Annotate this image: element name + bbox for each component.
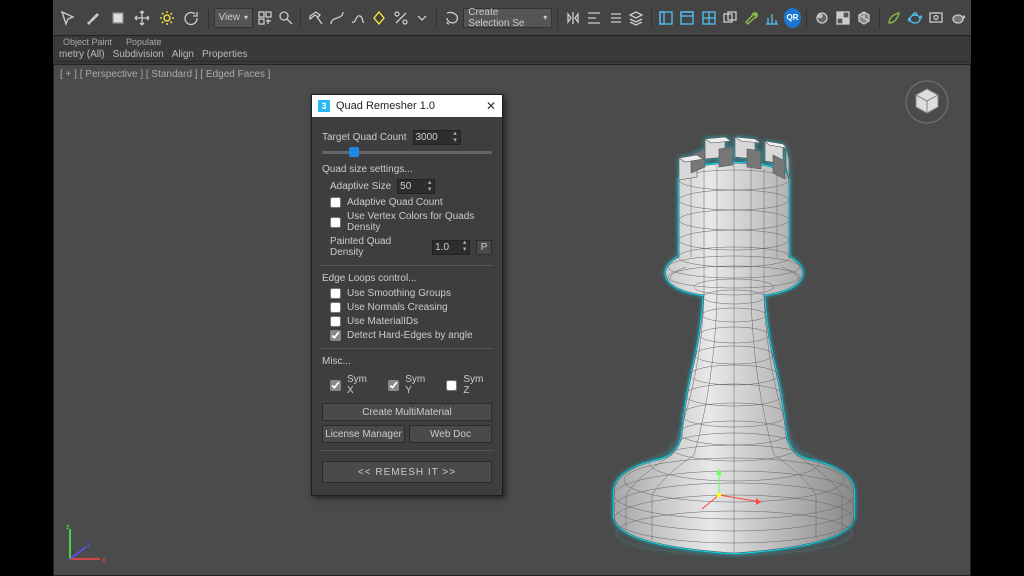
menu-subdivision[interactable]: Subdivision bbox=[113, 49, 164, 60]
adaptive-size-spinner[interactable]: ▴▾ bbox=[397, 179, 435, 194]
target-quad-count-input[interactable] bbox=[414, 131, 450, 144]
painted-quad-density-spinner[interactable]: ▴▾ bbox=[432, 240, 470, 255]
menu-bar: metry (All) Subdivision Align Properties bbox=[53, 48, 971, 62]
toolbar-sublabels: Object Paint Populate bbox=[53, 36, 971, 48]
workspace: View▾ Create Selection Se▾ QR bbox=[53, 0, 971, 576]
overlay-icon[interactable] bbox=[720, 7, 739, 29]
dropdown-caret-icon[interactable] bbox=[412, 7, 431, 29]
quad-remesher-dialog[interactable]: 3 Quad Remesher 1.0 ✕ Target Quad Count … bbox=[311, 94, 503, 496]
sun-icon[interactable] bbox=[155, 5, 178, 31]
app-root: View▾ Create Selection Se▾ QR bbox=[0, 0, 1024, 576]
cursor-icon[interactable] bbox=[57, 5, 80, 31]
web-doc-button[interactable]: Web Doc bbox=[409, 425, 492, 443]
panel2-icon[interactable] bbox=[678, 7, 697, 29]
wrench-icon[interactable] bbox=[741, 7, 760, 29]
panel1-icon[interactable] bbox=[657, 7, 676, 29]
grid-plus-icon[interactable] bbox=[255, 7, 274, 29]
close-icon[interactable]: ✕ bbox=[486, 99, 496, 113]
menu-align[interactable]: Align bbox=[172, 49, 194, 60]
move-icon[interactable] bbox=[131, 5, 154, 31]
painted-quad-density-label: Painted Quad Density bbox=[330, 236, 426, 258]
hammer-icon[interactable] bbox=[306, 7, 325, 29]
transform-gizmo[interactable] bbox=[699, 465, 769, 515]
sublabel-populate[interactable]: Populate bbox=[120, 37, 168, 47]
list-icon[interactable] bbox=[605, 7, 624, 29]
create-multimaterial-button[interactable]: Create MultiMaterial bbox=[322, 403, 492, 421]
adaptive-quad-count-checkbox[interactable]: Adaptive Quad Count bbox=[322, 197, 492, 208]
section-misc: Misc... bbox=[322, 356, 492, 367]
selection-set-dropdown[interactable]: Create Selection Se ▾ bbox=[463, 8, 552, 28]
detect-hard-edges-checkbox[interactable]: Detect Hard-Edges by angle bbox=[322, 330, 492, 341]
zoom-extents-icon[interactable] bbox=[276, 7, 295, 29]
axis-tripod: x z y bbox=[62, 521, 108, 567]
use-materialids-checkbox[interactable]: Use MaterialIDs bbox=[322, 316, 492, 327]
svg-text:z: z bbox=[66, 524, 70, 531]
target-quad-count-label: Target Quad Count bbox=[322, 132, 407, 143]
selection-set-label: Create Selection Se bbox=[468, 7, 539, 29]
spline-icon[interactable] bbox=[349, 7, 368, 29]
app-icon: 3 bbox=[318, 100, 330, 112]
layers-icon[interactable] bbox=[627, 7, 646, 29]
spin-down-icon[interactable]: ▾ bbox=[450, 138, 460, 145]
diamond-icon[interactable] bbox=[370, 7, 389, 29]
refresh-icon[interactable] bbox=[180, 5, 203, 31]
chevron-down-icon: ▾ bbox=[244, 13, 248, 22]
sym-y-checkbox[interactable]: Sym Y bbox=[388, 374, 434, 396]
sublabel-object-paint[interactable]: Object Paint bbox=[57, 37, 118, 47]
section-quad-size: Quad size settings... bbox=[322, 164, 492, 175]
p-button[interactable]: P bbox=[476, 240, 492, 255]
teapot-icon[interactable] bbox=[906, 7, 925, 29]
slider-thumb[interactable] bbox=[349, 147, 359, 157]
spin-down-icon[interactable]: ▾ bbox=[424, 187, 434, 194]
sphere-icon[interactable] bbox=[812, 7, 831, 29]
align-icon[interactable] bbox=[584, 7, 603, 29]
lasso-icon[interactable] bbox=[442, 7, 461, 29]
painted-quad-density-input[interactable] bbox=[433, 241, 459, 254]
panel3-icon[interactable] bbox=[699, 7, 718, 29]
chevron-down-icon: ▾ bbox=[543, 13, 547, 22]
brush-icon[interactable] bbox=[82, 5, 105, 31]
view-dropdown[interactable]: View▾ bbox=[214, 8, 254, 28]
sym-z-checkbox[interactable]: Sym Z bbox=[446, 374, 492, 396]
dialog-body: Target Quad Count ▴▾ Quad size settings.… bbox=[312, 117, 502, 495]
main-toolbar: View▾ Create Selection Se▾ QR bbox=[53, 0, 971, 36]
use-normals-creasing-checkbox[interactable]: Use Normals Creasing bbox=[322, 302, 492, 313]
menu-geometry[interactable]: metry (All) bbox=[59, 49, 105, 60]
graph-icon[interactable] bbox=[763, 7, 782, 29]
dialog-titlebar[interactable]: 3 Quad Remesher 1.0 ✕ bbox=[312, 95, 502, 117]
view-cube[interactable] bbox=[904, 79, 950, 125]
view-dropdown-label: View bbox=[219, 12, 241, 23]
checker-icon[interactable] bbox=[833, 7, 852, 29]
spin-down-icon[interactable]: ▾ bbox=[459, 247, 469, 254]
leaf-icon[interactable] bbox=[884, 7, 903, 29]
viewport-label[interactable]: [ + ] [ Perspective ] [ Standard ] [ Edg… bbox=[60, 69, 270, 80]
target-quad-count-spinner[interactable]: ▴▾ bbox=[413, 130, 461, 145]
license-manager-button[interactable]: License Manager bbox=[322, 425, 405, 443]
section-edge-loops: Edge Loops control... bbox=[322, 273, 492, 284]
cube-icon[interactable] bbox=[854, 7, 873, 29]
viewport[interactable]: [ + ] [ Perspective ] [ Standard ] [ Edg… bbox=[53, 64, 971, 576]
svg-text:x: x bbox=[102, 557, 106, 564]
use-vertex-colors-checkbox[interactable]: Use Vertex Colors for Quads Density bbox=[322, 211, 492, 233]
use-smoothing-groups-checkbox[interactable]: Use Smoothing Groups bbox=[322, 288, 492, 299]
qr-button[interactable]: QR bbox=[784, 8, 801, 28]
remesh-it-button[interactable]: << REMESH IT >> bbox=[322, 461, 492, 483]
mirror-icon[interactable] bbox=[563, 7, 582, 29]
teapot2-icon[interactable] bbox=[948, 7, 967, 29]
adaptive-size-input[interactable] bbox=[398, 180, 424, 193]
adaptive-size-label: Adaptive Size bbox=[330, 181, 391, 192]
render-icon[interactable] bbox=[927, 7, 946, 29]
dialog-title: Quad Remesher 1.0 bbox=[336, 100, 435, 112]
target-quad-count-slider[interactable] bbox=[322, 151, 492, 154]
percent-icon[interactable] bbox=[391, 7, 410, 29]
svg-text:y: y bbox=[87, 541, 91, 548]
menu-properties[interactable]: Properties bbox=[202, 49, 248, 60]
sym-x-checkbox[interactable]: Sym X bbox=[330, 374, 376, 396]
box-icon[interactable] bbox=[106, 5, 129, 31]
curve-icon[interactable] bbox=[327, 7, 346, 29]
